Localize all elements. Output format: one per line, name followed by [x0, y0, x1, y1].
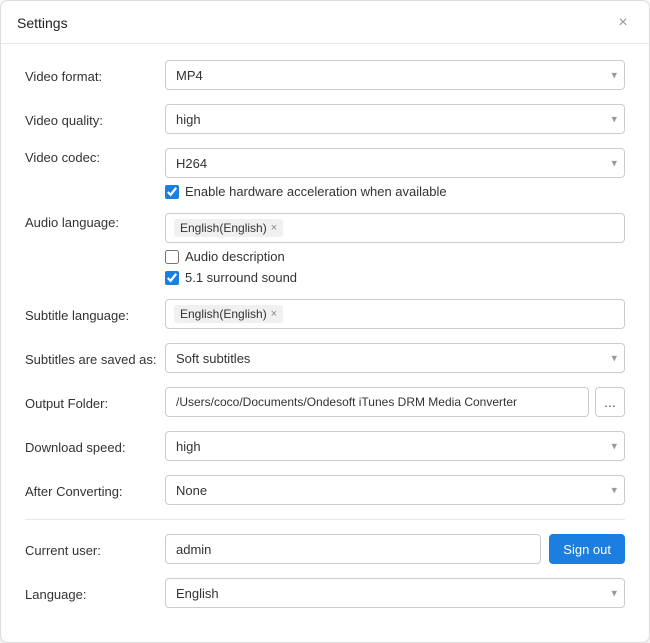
video-codec-select[interactable]: H264 H265 AV1: [165, 148, 625, 178]
video-codec-row: Video codec: H264 H265 AV1 ▾ Enable hard…: [25, 148, 625, 199]
audio-language-field: English(English) × Audio description 5.1…: [165, 213, 625, 285]
output-folder-field: ...: [165, 387, 625, 417]
hardware-acceleration-label: Enable hardware acceleration when availa…: [185, 184, 447, 199]
video-codec-label: Video codec:: [25, 148, 165, 165]
subtitles-saved-as-select-wrapper: Soft subtitles Hard subtitles ▾: [165, 343, 625, 373]
video-codec-field: H264 H265 AV1 ▾ Enable hardware accelera…: [165, 148, 625, 199]
hardware-acceleration-row: Enable hardware acceleration when availa…: [165, 184, 625, 199]
window-title: Settings: [17, 15, 68, 31]
language-label: Language:: [25, 585, 165, 602]
language-row: Language: English Chinese Japanese Frenc…: [25, 578, 625, 608]
output-folder-input-row: ...: [165, 387, 625, 417]
language-select-wrapper: English Chinese Japanese French German ▾: [165, 578, 625, 608]
audio-language-tag: English(English) ×: [174, 219, 283, 237]
download-speed-select[interactable]: high medium low: [165, 431, 625, 461]
video-format-field: MP4 MKV MOV AVI ▾: [165, 60, 625, 90]
subtitles-saved-as-select[interactable]: Soft subtitles Hard subtitles: [165, 343, 625, 373]
video-quality-select-wrapper: high medium low ▾: [165, 104, 625, 134]
video-format-label: Video format:: [25, 67, 165, 84]
current-user-label: Current user:: [25, 541, 165, 558]
surround-sound-row: 5.1 surround sound: [165, 270, 625, 285]
subtitle-language-label: Subtitle language:: [25, 306, 165, 323]
audio-language-tag-text: English(English): [180, 221, 267, 235]
video-format-select[interactable]: MP4 MKV MOV AVI: [165, 60, 625, 90]
output-folder-input[interactable]: [165, 387, 589, 417]
video-format-select-wrapper: MP4 MKV MOV AVI ▾: [165, 60, 625, 90]
subtitles-saved-as-field: Soft subtitles Hard subtitles ▾: [165, 343, 625, 373]
surround-sound-label: 5.1 surround sound: [185, 270, 297, 285]
after-converting-label: After Converting:: [25, 482, 165, 499]
surround-sound-checkbox[interactable]: [165, 271, 179, 285]
download-speed-label: Download speed:: [25, 438, 165, 455]
audio-description-row: Audio description: [165, 249, 625, 264]
audio-language-row: Audio language: English(English) × Audio…: [25, 213, 625, 285]
audio-language-label: Audio language:: [25, 213, 165, 230]
divider: [25, 519, 625, 520]
close-button[interactable]: ×: [613, 13, 633, 33]
subtitle-language-field: English(English) ×: [165, 299, 625, 329]
current-user-input-row: Sign out: [165, 534, 625, 564]
subtitle-language-row: Subtitle language: English(English) ×: [25, 299, 625, 329]
download-speed-select-wrapper: high medium low ▾: [165, 431, 625, 461]
subtitles-saved-as-row: Subtitles are saved as: Soft subtitles H…: [25, 343, 625, 373]
subtitle-language-tag: English(English) ×: [174, 305, 283, 323]
after-converting-field: None Open folder Shut down ▾: [165, 475, 625, 505]
settings-window: Settings × Video format: MP4 MKV MOV AVI…: [0, 0, 650, 643]
current-user-row: Current user: Sign out: [25, 534, 625, 564]
audio-description-checkbox[interactable]: [165, 250, 179, 264]
audio-description-label: Audio description: [185, 249, 285, 264]
audio-language-tag-close[interactable]: ×: [271, 222, 277, 234]
output-folder-row: Output Folder: ...: [25, 387, 625, 417]
sign-out-button[interactable]: Sign out: [549, 534, 625, 564]
video-quality-select[interactable]: high medium low: [165, 104, 625, 134]
download-speed-field: high medium low ▾: [165, 431, 625, 461]
current-user-field: Sign out: [165, 534, 625, 564]
after-converting-select[interactable]: None Open folder Shut down: [165, 475, 625, 505]
after-converting-row: After Converting: None Open folder Shut …: [25, 475, 625, 505]
video-codec-select-wrapper: H264 H265 AV1 ▾: [165, 148, 625, 178]
video-quality-field: high medium low ▾: [165, 104, 625, 134]
language-select[interactable]: English Chinese Japanese French German: [165, 578, 625, 608]
after-converting-select-wrapper: None Open folder Shut down ▾: [165, 475, 625, 505]
output-folder-label: Output Folder:: [25, 394, 165, 411]
current-user-input[interactable]: [165, 534, 541, 564]
video-format-row: Video format: MP4 MKV MOV AVI ▾: [25, 60, 625, 90]
hardware-acceleration-checkbox[interactable]: [165, 185, 179, 199]
audio-language-tag-input[interactable]: English(English) ×: [165, 213, 625, 243]
subtitle-language-tag-input[interactable]: English(English) ×: [165, 299, 625, 329]
output-folder-browse-button[interactable]: ...: [595, 387, 625, 417]
subtitles-saved-as-label: Subtitles are saved as:: [25, 350, 165, 367]
video-quality-row: Video quality: high medium low ▾: [25, 104, 625, 134]
download-speed-row: Download speed: high medium low ▾: [25, 431, 625, 461]
subtitle-language-tag-text: English(English): [180, 307, 267, 321]
subtitle-language-tag-close[interactable]: ×: [271, 308, 277, 320]
video-quality-label: Video quality:: [25, 111, 165, 128]
language-field: English Chinese Japanese French German ▾: [165, 578, 625, 608]
settings-content: Video format: MP4 MKV MOV AVI ▾ Video qu…: [1, 44, 649, 642]
title-bar: Settings ×: [1, 1, 649, 44]
